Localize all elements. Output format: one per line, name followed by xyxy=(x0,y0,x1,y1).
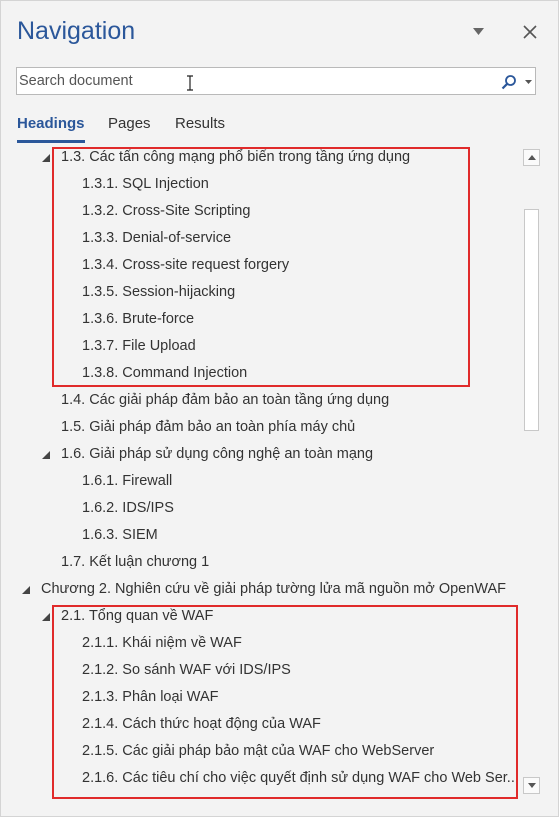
heading-label: 1.4. Các giải pháp đảm bảo an toàn tầng … xyxy=(61,392,390,408)
search-button[interactable] xyxy=(501,72,535,91)
tab-pages[interactable]: Pages xyxy=(108,115,151,143)
close-icon xyxy=(523,25,537,39)
heading-item[interactable]: 1.6. Giải pháp sử dụng công nghệ an toàn… xyxy=(61,441,373,468)
heading-item[interactable]: 2.1.6. Các tiêu chí cho việc quyết định … xyxy=(82,765,518,792)
heading-label: Chương 2. Nghiên cứu về giải pháp tường … xyxy=(41,581,506,597)
search-box xyxy=(16,67,536,95)
heading-label: 1.3.1. SQL Injection xyxy=(82,176,209,192)
search-icon xyxy=(501,74,516,89)
heading-label: 1.6.1. Firewall xyxy=(82,473,173,489)
heading-item[interactable]: 1.3.5. Session-hijacking xyxy=(82,279,235,306)
heading-label: 1.3.2. Cross-Site Scripting xyxy=(82,203,251,219)
close-button[interactable] xyxy=(519,21,541,43)
heading-item[interactable]: 1.5. Giải pháp đảm bảo an toàn phía máy … xyxy=(61,414,355,441)
heading-label: 2.1.2. So sánh WAF với IDS/IPS xyxy=(82,662,291,678)
collapse-caret-icon[interactable] xyxy=(41,603,51,630)
heading-item[interactable]: 1.3.6. Brute-force xyxy=(82,306,194,333)
heading-label: 1.6.3. SIEM xyxy=(82,527,158,543)
chevron-down-icon xyxy=(527,783,536,788)
pane-options-button[interactable] xyxy=(469,23,487,39)
heading-label: 2.1.3. Phân loại WAF xyxy=(82,689,219,705)
tab-results[interactable]: Results xyxy=(175,115,225,143)
heading-label: 2.1.4. Cách thức hoạt động của WAF xyxy=(82,716,321,732)
heading-item[interactable]: 1.3.3. Denial-of-service xyxy=(82,225,231,252)
heading-item[interactable]: 1.3.2. Cross-Site Scripting xyxy=(82,198,250,225)
heading-label: 2.1. Tổng quan về WAF xyxy=(61,608,214,624)
heading-item[interactable]: 2.1.1. Khái niệm về WAF xyxy=(82,630,242,657)
heading-item[interactable]: 1.6.1. Firewall xyxy=(82,468,172,495)
headings-tree: 1.3. Các tấn công mạng phổ biến trong tầ… xyxy=(1,144,518,798)
search-input[interactable] xyxy=(19,70,479,92)
chevron-down-icon xyxy=(525,79,532,84)
heading-item[interactable]: 1.6.2. IDS/IPS xyxy=(82,495,174,522)
heading-label: 1.3.5. Session-hijacking xyxy=(82,284,236,300)
heading-item[interactable]: 1.3.4. Cross-site request forgery xyxy=(82,252,289,279)
vertical-scrollbar[interactable] xyxy=(522,149,541,797)
pane-title: Navigation xyxy=(17,17,136,45)
heading-item[interactable]: Chương 2. Nghiên cứu về giải pháp tường … xyxy=(41,576,506,603)
chevron-up-icon xyxy=(527,155,536,160)
collapse-caret-icon[interactable] xyxy=(41,144,51,171)
heading-label: 1.3.4. Cross-site request forgery xyxy=(82,257,290,273)
navigation-pane: Navigation Headings Pages Results 1.3 xyxy=(0,0,559,817)
chevron-down-icon xyxy=(472,27,484,35)
tab-headings[interactable]: Headings xyxy=(17,115,85,143)
heading-label: 1.3.3. Denial-of-service xyxy=(82,230,232,246)
heading-label: 2.1.6. Các tiêu chí cho việc quyết định … xyxy=(82,770,518,786)
heading-label: 1.6. Giải pháp sử dụng công nghệ an toàn… xyxy=(61,446,374,462)
heading-item[interactable]: 2.1.2. So sánh WAF với IDS/IPS xyxy=(82,657,291,684)
heading-item[interactable]: 1.3. Các tấn công mạng phổ biến trong tầ… xyxy=(61,144,410,171)
heading-item[interactable]: 2.1.5. Các giải pháp bảo mật của WAF cho… xyxy=(82,738,434,765)
heading-label: 1.3. Các tấn công mạng phổ biến trong tầ… xyxy=(61,149,411,165)
scrollbar-thumb[interactable] xyxy=(524,209,539,431)
heading-label: 1.7. Kết luận chương 1 xyxy=(61,554,210,570)
scroll-down-button[interactable] xyxy=(523,777,540,794)
heading-item[interactable]: 1.3.7. File Upload xyxy=(82,333,196,360)
heading-label: 1.6.2. IDS/IPS xyxy=(82,500,174,516)
heading-item[interactable]: 2.1.3. Phân loại WAF xyxy=(82,684,218,711)
collapse-caret-icon[interactable] xyxy=(21,576,31,603)
scroll-up-button[interactable] xyxy=(523,149,540,166)
heading-item[interactable]: 1.6.3. SIEM xyxy=(82,522,158,549)
heading-label: 2.1.1. Khái niệm về WAF xyxy=(82,635,242,651)
heading-item[interactable]: 1.3.8. Command Injection xyxy=(82,360,247,387)
heading-label: 1.3.6. Brute-force xyxy=(82,311,195,327)
heading-label: 1.3.7. File Upload xyxy=(82,338,196,354)
text-cursor-icon xyxy=(187,75,193,91)
collapse-caret-icon[interactable] xyxy=(41,441,51,468)
heading-item[interactable]: 2.1.4. Cách thức hoạt động của WAF xyxy=(82,711,321,738)
heading-item[interactable]: 2.1. Tổng quan về WAF xyxy=(61,603,213,630)
heading-label: 2.1.5. Các giải pháp bảo mật của WAF cho… xyxy=(82,743,435,759)
heading-label: 1.3.8. Command Injection xyxy=(82,365,248,381)
heading-item[interactable]: 1.7. Kết luận chương 1 xyxy=(61,549,209,576)
heading-label: 1.5. Giải pháp đảm bảo an toàn phía máy … xyxy=(61,419,356,435)
heading-item[interactable]: 1.4. Các giải pháp đảm bảo an toàn tầng … xyxy=(61,387,389,414)
heading-item[interactable]: 1.3.1. SQL Injection xyxy=(82,171,209,198)
